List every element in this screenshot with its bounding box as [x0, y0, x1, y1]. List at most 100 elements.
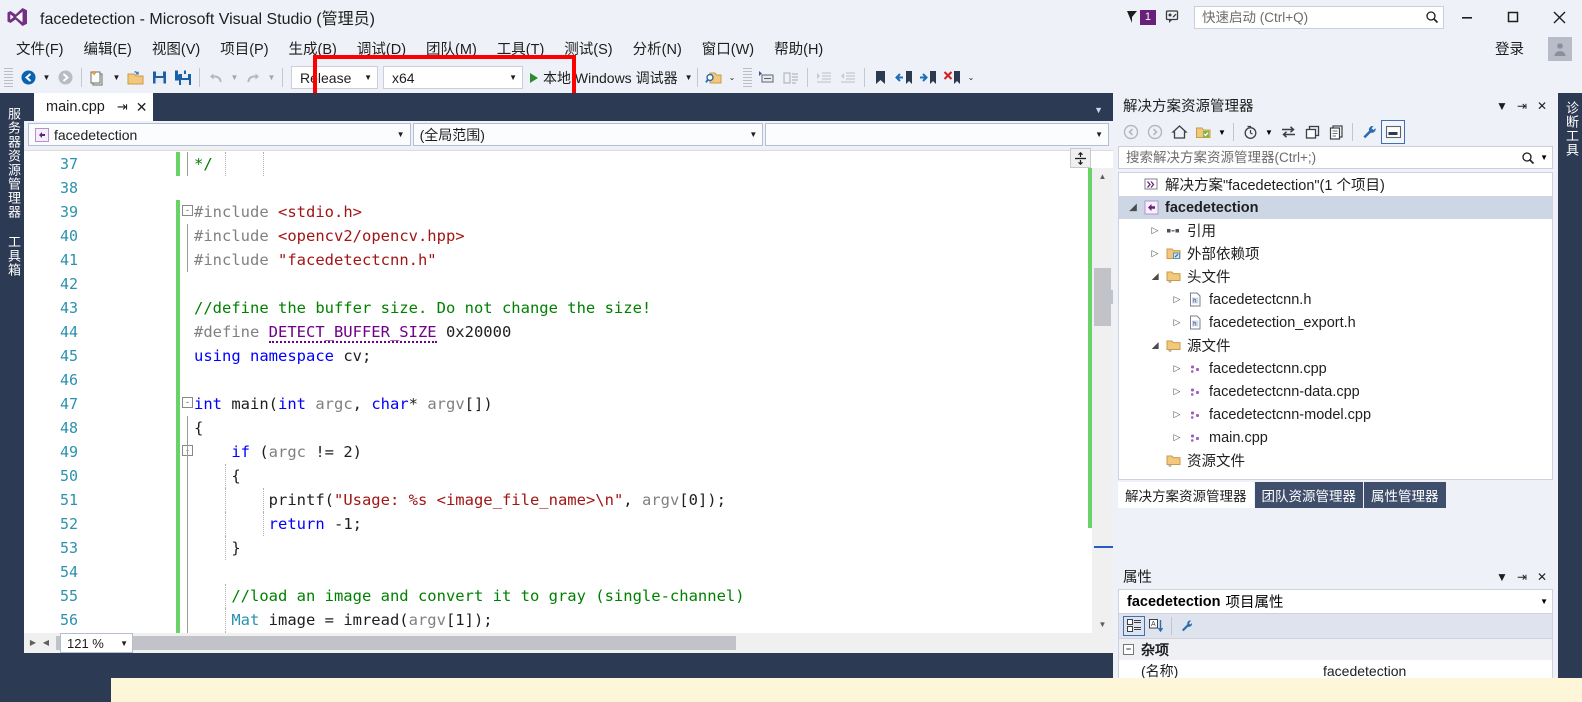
- chevron-down-icon[interactable]: ▼: [685, 73, 693, 82]
- toggle-bookmark-button[interactable]: [869, 66, 893, 90]
- tree-item[interactable]: ▷ facedetectcnn-data.cpp: [1119, 380, 1552, 403]
- sign-in-link[interactable]: 登录: [1495, 38, 1524, 59]
- undo-dropdown[interactable]: ▼: [228, 66, 241, 90]
- decrease-indent-button[interactable]: [836, 66, 860, 90]
- menu-item-help[interactable]: 帮助(H): [764, 35, 833, 62]
- minimize-button[interactable]: [1444, 0, 1490, 34]
- fold-toggle-icon[interactable]: -: [182, 205, 193, 216]
- solution-explorer-search-input[interactable]: [1126, 150, 1522, 165]
- collapse-all-button[interactable]: [1300, 120, 1324, 144]
- close-button[interactable]: [1536, 0, 1582, 34]
- tab-team-explorer[interactable]: 团队资源管理器: [1254, 482, 1363, 508]
- collapsed-chevron-icon[interactable]: ▷: [1147, 225, 1163, 236]
- menu-item-window[interactable]: 窗口(W): [692, 35, 764, 62]
- tree-item[interactable]: ▷ main.cpp: [1119, 426, 1552, 449]
- menu-item-team[interactable]: 团队(M): [416, 35, 487, 62]
- menu-item-file[interactable]: 文件(F): [6, 35, 74, 62]
- chevron-down-icon[interactable]: ▼: [1492, 96, 1512, 116]
- tree-item[interactable]: ▷ 引用: [1119, 219, 1552, 242]
- toolbar-overflow-icon-2[interactable]: ⌄: [965, 66, 978, 90]
- collapsed-chevron-icon[interactable]: ▷: [1169, 317, 1185, 328]
- solution-explorer-search-box[interactable]: ▼: [1118, 146, 1553, 169]
- menu-item-test[interactable]: 测试(S): [554, 35, 622, 62]
- clear-bookmarks-button[interactable]: [941, 66, 965, 90]
- menu-item-build[interactable]: 生成(B): [279, 35, 347, 62]
- properties-object-selector[interactable]: facedetection 项目属性 ▼: [1118, 589, 1553, 614]
- solution-explorer-tree[interactable]: 解决方案"facedetection"(1 个项目) ◣ facedetection…: [1118, 172, 1553, 480]
- tree-item[interactable]: ◣ facedetection: [1119, 196, 1552, 219]
- sidebar-item-server-explorer[interactable]: 服务器资源管理器: [0, 99, 27, 227]
- tab-property-manager[interactable]: 属性管理器: [1364, 482, 1446, 508]
- tree-item[interactable]: ▷ h facedetection_export.h: [1119, 311, 1552, 334]
- pending-changes-dropdown[interactable]: ▼: [1215, 120, 1229, 144]
- alphabetical-view-button[interactable]: A: [1145, 616, 1167, 636]
- tab-solution-explorer[interactable]: 解决方案资源管理器: [1118, 482, 1254, 508]
- editor-tab-main-cpp[interactable]: main.cpp ⇥ ✕: [34, 93, 154, 121]
- vertical-scrollbar-thumb[interactable]: [1094, 268, 1113, 326]
- solution-platform-combo[interactable]: x64 ▼: [383, 66, 523, 89]
- quick-launch-box[interactable]: [1194, 5, 1444, 29]
- navigate-backward-dropdown[interactable]: ▼: [40, 66, 53, 90]
- properties-grid[interactable]: − 杂项 (名称) facedetection: [1118, 638, 1553, 682]
- redo-button[interactable]: [241, 66, 265, 90]
- sync-with-active-document-button[interactable]: [1276, 120, 1300, 144]
- toolbar-grip-2[interactable]: [742, 67, 752, 88]
- chevron-down-icon[interactable]: ▼: [1540, 153, 1548, 162]
- sidebar-item-toolbox[interactable]: 工具箱: [0, 227, 27, 285]
- fold-toggle-icon[interactable]: -: [182, 397, 193, 408]
- avatar[interactable]: [1548, 37, 1572, 61]
- next-bookmark-button[interactable]: [917, 66, 941, 90]
- menu-item-debug[interactable]: 调试(D): [347, 35, 416, 62]
- preview-selected-items-button[interactable]: [1381, 120, 1405, 144]
- code-editor[interactable]: 37 */38 39- #include <stdio.h> 40 #include <o…: [24, 148, 1113, 653]
- scroll-right-button[interactable]: ▶: [24, 634, 42, 651]
- find-in-files-button[interactable]: [702, 66, 726, 90]
- collapsed-chevron-icon[interactable]: ▷: [1169, 294, 1185, 305]
- tree-item[interactable]: ◣ 头文件: [1119, 265, 1552, 288]
- sidebar-item-diagnostic-tools[interactable]: 诊断工具: [1558, 93, 1582, 165]
- editor-tab-overflow-icon[interactable]: ▼: [1094, 105, 1103, 115]
- pin-icon[interactable]: ⇥: [1512, 96, 1532, 116]
- notifications-button[interactable]: 1: [1124, 8, 1156, 26]
- solution-configuration-combo[interactable]: Release ▼: [291, 66, 378, 89]
- scroll-down-button[interactable]: ▼: [1092, 616, 1113, 633]
- editor-zoom-combo[interactable]: 121 % ▼: [60, 633, 133, 653]
- navbar-scope-combo[interactable]: (全局范围) ▼: [412, 123, 764, 146]
- tree-item[interactable]: 解决方案"facedetection"(1 个项目): [1119, 173, 1552, 196]
- increase-indent-button[interactable]: [812, 66, 836, 90]
- comment-selection-button[interactable]: [755, 66, 779, 90]
- redo-dropdown[interactable]: ▼: [265, 66, 278, 90]
- collapse-icon[interactable]: −: [1123, 644, 1134, 655]
- toolbar-grip[interactable]: [4, 67, 13, 88]
- new-item-button[interactable]: [86, 66, 110, 90]
- navbar-member-combo[interactable]: ▼: [765, 123, 1109, 146]
- collapsed-chevron-icon[interactable]: ▷: [1169, 363, 1185, 374]
- new-item-dropdown[interactable]: ▼: [110, 66, 123, 90]
- tree-item[interactable]: ▷ facedetectcnn.cpp: [1119, 357, 1552, 380]
- quick-launch-input[interactable]: [1202, 9, 1425, 25]
- tree-item[interactable]: ◣ 源文件: [1119, 334, 1552, 357]
- toolbar-overflow-icon[interactable]: ⌄: [726, 66, 739, 90]
- tree-item[interactable]: ▷ 外部依赖项: [1119, 242, 1552, 265]
- menu-item-project[interactable]: 项目(P): [210, 35, 278, 62]
- uncomment-selection-button[interactable]: [779, 66, 803, 90]
- expanded-chevron-icon[interactable]: ◣: [1150, 269, 1161, 285]
- forward-button[interactable]: [1143, 120, 1167, 144]
- property-pages-button[interactable]: [1176, 616, 1198, 636]
- navbar-project-combo[interactable]: facedetection ▼: [28, 123, 411, 146]
- back-button[interactable]: [1119, 120, 1143, 144]
- properties-page-button[interactable]: [1324, 120, 1348, 144]
- close-icon[interactable]: ✕: [1532, 567, 1552, 587]
- menu-item-tools[interactable]: 工具(T): [487, 35, 555, 62]
- collapsed-chevron-icon[interactable]: ▷: [1169, 432, 1185, 443]
- undo-button[interactable]: [204, 66, 228, 90]
- expanded-chevron-icon[interactable]: ◣: [1128, 200, 1139, 216]
- menu-item-analyze[interactable]: 分析(N): [623, 35, 692, 62]
- categorized-view-button[interactable]: [1123, 616, 1145, 636]
- close-icon[interactable]: ✕: [1532, 96, 1552, 116]
- show-all-files-button[interactable]: [1238, 120, 1262, 144]
- tree-item[interactable]: ▷ h facedetectcnn.h: [1119, 288, 1552, 311]
- start-debugging-button[interactable]: 本地 Windows 调试器 ▼: [530, 68, 693, 88]
- split-editor-button[interactable]: [1070, 148, 1091, 168]
- show-all-files-dropdown[interactable]: ▼: [1262, 120, 1276, 144]
